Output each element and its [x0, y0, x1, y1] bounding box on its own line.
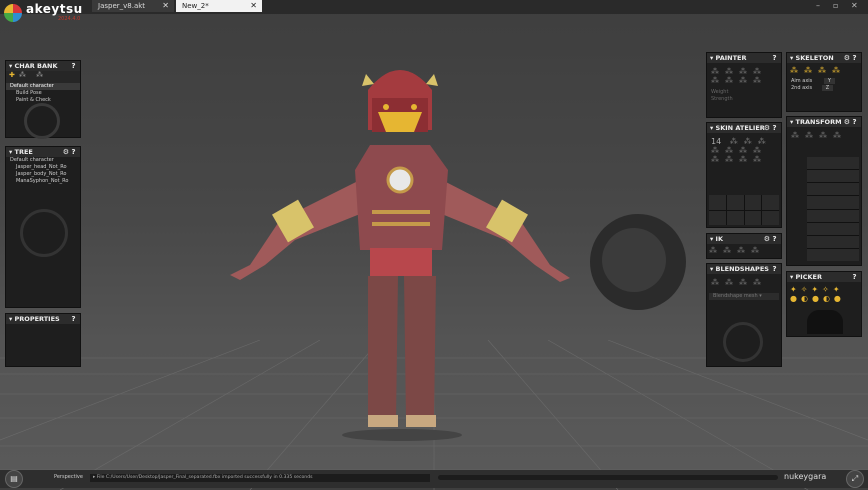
- character-thumbnail-icon: [24, 103, 60, 139]
- brand-logo: nukeygara: [784, 472, 827, 481]
- help-icon[interactable]: ?: [770, 53, 779, 63]
- app-logo: akeytsu 2024.4.0: [4, 2, 84, 24]
- help-icon[interactable]: ?: [69, 314, 78, 324]
- close-window-button[interactable]: ✕: [851, 0, 858, 12]
- help-icon[interactable]: ?: [850, 272, 859, 282]
- panel-title: IK: [715, 235, 723, 243]
- app-version: 2024.4.0: [58, 16, 81, 22]
- tab-new-2[interactable]: New_2* ✕: [176, 0, 262, 12]
- picker-header: ▾ PICKER?: [787, 272, 861, 282]
- character-shadow: [342, 429, 462, 441]
- head: [362, 70, 438, 132]
- panel-title: PROPERTIES: [14, 315, 60, 323]
- skeleton-tools[interactable]: ⁂⁂⁂⁂: [787, 63, 861, 78]
- help-icon[interactable]: ?: [770, 123, 779, 133]
- properties-header: ▾ PROPERTIES?: [6, 314, 80, 324]
- tab-label: Jasper_v8.akt: [98, 2, 146, 10]
- blendshapes-header: ▾ BLENDSHAPES?: [707, 264, 781, 274]
- minimize-button[interactable]: –: [816, 0, 820, 12]
- view-mode-label[interactable]: Perspective: [54, 474, 83, 480]
- close-tab-icon[interactable]: ✕: [162, 0, 169, 12]
- skeleton-panel: ▾ SKELETON ⚙? ⁂⁂⁂⁂ Aim axis Y 2nd axis Z: [786, 52, 862, 112]
- help-icon[interactable]: ?: [69, 61, 78, 71]
- tree-icon: [20, 209, 68, 257]
- torso: [355, 145, 448, 250]
- tree-header: ▾ TREE ⚙?: [6, 147, 80, 157]
- list-item[interactable]: Build Pose: [6, 90, 80, 97]
- blendshape-icon: [723, 322, 763, 362]
- strength-label: Strength: [711, 96, 733, 102]
- help-icon[interactable]: ?: [69, 147, 78, 157]
- transform-values-grid[interactable]: [807, 157, 859, 261]
- help-icon[interactable]: ?: [850, 53, 859, 63]
- panel-title: CHAR BANK: [14, 62, 58, 70]
- ik-panel: ▾ IK ⚙? ⁂⁂⁂⁂: [706, 233, 782, 259]
- help-icon[interactable]: ?: [770, 234, 779, 244]
- list-item[interactable]: Default character: [6, 83, 80, 90]
- restore-button[interactable]: ▫: [833, 0, 838, 12]
- blendshape-tools[interactable]: ⁂⁂⁂⁂: [707, 274, 781, 291]
- transform-tools[interactable]: ⁂⁂⁂⁂: [787, 127, 861, 144]
- expand-icon[interactable]: ⤢: [846, 470, 864, 488]
- transform-panel: ▾ TRANSFORM ⚙? ⁂⁂⁂⁂: [786, 116, 862, 266]
- legs: [368, 276, 436, 427]
- char-bank-toolbar: ✚⁂ ⁂: [6, 71, 80, 83]
- tree-panel: ▾ TREE ⚙? Default character Jasper_head_N…: [5, 146, 81, 308]
- skin-atelier-panel: ▾ SKIN ATELIER ⚙? 14 ⁂⁂⁂ ⁂⁂⁂⁂ ⁂⁂⁂⁂: [706, 122, 782, 228]
- timeline-slider[interactable]: [438, 475, 778, 480]
- status-message: ▸ File C:/Users/User/Desktop/Jasper_Fina…: [90, 474, 430, 482]
- gizmo-cube-icon[interactable]: [602, 228, 666, 292]
- properties-panel: ▾ PROPERTIES?: [5, 313, 81, 367]
- picker-panel: ▾ PICKER? ✦✧✦✧✦ ●◐●◐●: [786, 271, 862, 337]
- tree-item[interactable]: Jasper_body_Not_Ro: [6, 171, 80, 178]
- panel-title: BLENDSHAPES: [715, 265, 769, 273]
- painter-header: ▾ PAINTER?: [707, 53, 781, 63]
- blendshapes-panel: ▾ BLENDSHAPES? ⁂⁂⁂⁂ Blendshape mesh ▾: [706, 263, 782, 367]
- right-arm: [432, 180, 570, 282]
- view-options-icon[interactable]: ▤: [5, 470, 23, 488]
- belt: [370, 248, 432, 276]
- ik-tools[interactable]: ⁂⁂⁂⁂: [707, 244, 781, 257]
- close-tab-icon[interactable]: ✕: [250, 0, 257, 12]
- add-character-icon[interactable]: ✚: [9, 71, 19, 79]
- skin-weight-grid[interactable]: [709, 195, 779, 225]
- tree-item[interactable]: Default character: [6, 157, 80, 164]
- status-bar: ▤ Perspective ▸ File C:/Users/User/Deskt…: [0, 470, 868, 488]
- weight-label: Weight: [711, 89, 729, 95]
- panel-title: TREE: [14, 148, 33, 156]
- panel-title: PAINTER: [715, 54, 747, 62]
- help-icon[interactable]: ?: [850, 117, 859, 127]
- painter-panel: ▾ PAINTER? ⁂⁂⁂⁂ ⁂⁂⁂⁂ Weight Strength: [706, 52, 782, 118]
- second-axis-row[interactable]: 2nd axis Z: [787, 85, 861, 92]
- painter-tools[interactable]: ⁂⁂⁂⁂ ⁂⁂⁂⁂: [707, 63, 781, 89]
- help-icon[interactable]: ?: [770, 264, 779, 274]
- char-bank-header: ▾ CHAR BANK?: [6, 61, 80, 71]
- skin-tools[interactable]: 14 ⁂⁂⁂ ⁂⁂⁂⁂ ⁂⁂⁂⁂: [707, 133, 781, 168]
- logo-emblem-icon: [4, 4, 22, 22]
- picker-tools[interactable]: ✦✧✦✧✦ ●◐●◐●: [787, 282, 861, 306]
- tab-jasper[interactable]: Jasper_v8.akt ✕: [92, 0, 174, 12]
- tree-item[interactable]: Jasper_head_Not_Ro: [6, 164, 80, 171]
- transform-header: ▾ TRANSFORM ⚙?: [787, 117, 861, 127]
- panel-title: PICKER: [795, 273, 822, 281]
- blendshape-mesh-dropdown[interactable]: Blendshape mesh ▾: [709, 293, 779, 300]
- character-model[interactable]: [210, 50, 590, 445]
- char-bank-panel: ▾ CHAR BANK? ✚⁂ ⁂ Default character Buil…: [5, 60, 81, 139]
- ik-header: ▾ IK ⚙?: [707, 234, 781, 244]
- skin-atelier-header: ▾ SKIN ATELIER ⚙?: [707, 123, 781, 133]
- picker-silhouette-icon: [807, 310, 843, 334]
- panel-title: SKIN ATELIER: [715, 124, 765, 132]
- tree-item[interactable]: ManaSyphon_Not_Ro: [6, 178, 80, 185]
- camera-gizmo[interactable]: [590, 214, 686, 310]
- panel-title: TRANSFORM: [795, 118, 842, 126]
- tab-label: New_2*: [182, 2, 209, 10]
- panel-title: SKELETON: [795, 54, 834, 62]
- app-name: akeytsu: [26, 2, 83, 16]
- skeleton-header: ▾ SKELETON ⚙?: [787, 53, 861, 63]
- aim-axis-row[interactable]: Aim axis Y: [787, 78, 861, 85]
- left-arm: [230, 180, 370, 280]
